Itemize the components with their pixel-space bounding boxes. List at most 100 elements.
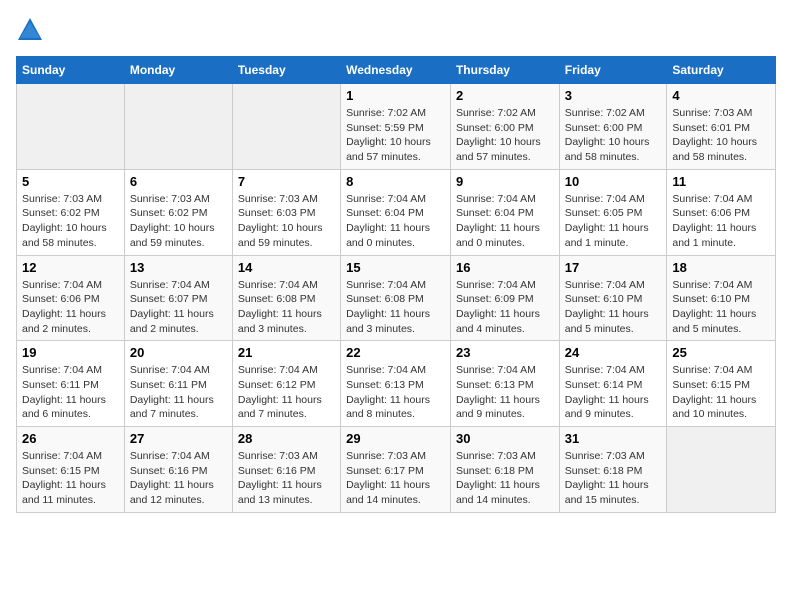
day-cell: 1 Sunrise: 7:02 AM Sunset: 5:59 PM Daylig… xyxy=(341,84,451,170)
day-number: 5 xyxy=(22,174,119,189)
day-info: Sunrise: 7:04 AM Sunset: 6:15 PM Dayligh… xyxy=(22,449,119,508)
day-number: 10 xyxy=(565,174,662,189)
day-info: Sunrise: 7:02 AM Sunset: 5:59 PM Dayligh… xyxy=(346,106,445,165)
day-cell: 18Sunrise: 7:04 AM Sunset: 6:10 PM Dayli… xyxy=(667,255,776,341)
day-number: 12 xyxy=(22,260,119,275)
day-number: 4 xyxy=(672,88,770,103)
day-number: 3 xyxy=(565,88,662,103)
week-row-5: 26 Sunrise: 7:04 AM Sunset: 6:15 PM Dayli… xyxy=(17,427,776,513)
day-number: 16 xyxy=(456,260,554,275)
day-number: 29 xyxy=(346,431,445,446)
day-cell: 13 Sunrise: 7:04 AM Sunset: 6:07 PM Dayli… xyxy=(124,255,232,341)
day-number: 31 xyxy=(565,431,662,446)
day-info: Sunrise: 7:04 AM Sunset: 6:07 PM Dayligh… xyxy=(130,278,227,337)
day-cell: 25 Sunrise: 7:04 AM Sunset: 6:15 PM Dayli… xyxy=(667,341,776,427)
day-number: 15 xyxy=(346,260,445,275)
day-cell: 2 Sunrise: 7:02 AM Sunset: 6:00 PM Daylig… xyxy=(450,84,559,170)
day-info: Sunrise: 7:03 AM Sunset: 6:16 PM Dayligh… xyxy=(238,449,335,508)
day-header-saturday: Saturday xyxy=(667,57,776,84)
calendar-table: SundayMondayTuesdayWednesdayThursdayFrid… xyxy=(16,56,776,513)
day-number: 1 xyxy=(346,88,445,103)
day-cell: 29 Sunrise: 7:03 AM Sunset: 6:17 PM Dayli… xyxy=(341,427,451,513)
day-number: 23 xyxy=(456,345,554,360)
day-cell: 4 Sunrise: 7:03 AM Sunset: 6:01 PM Daylig… xyxy=(667,84,776,170)
day-info: Sunrise: 7:04 AM Sunset: 6:15 PM Dayligh… xyxy=(672,363,770,422)
day-number: 28 xyxy=(238,431,335,446)
day-cell: 14 Sunrise: 7:04 AM Sunset: 6:08 PM Dayli… xyxy=(232,255,340,341)
day-cell: 11Sunrise: 7:04 AM Sunset: 6:06 PM Dayli… xyxy=(667,169,776,255)
day-info: Sunrise: 7:03 AM Sunset: 6:17 PM Dayligh… xyxy=(346,449,445,508)
day-cell: 27 Sunrise: 7:04 AM Sunset: 6:16 PM Dayli… xyxy=(124,427,232,513)
day-number: 27 xyxy=(130,431,227,446)
day-number: 26 xyxy=(22,431,119,446)
day-cell: 20 Sunrise: 7:04 AM Sunset: 6:11 PM Dayli… xyxy=(124,341,232,427)
day-number: 19 xyxy=(22,345,119,360)
days-header-row: SundayMondayTuesdayWednesdayThursdayFrid… xyxy=(17,57,776,84)
day-cell: 28 Sunrise: 7:03 AM Sunset: 6:16 PM Dayli… xyxy=(232,427,340,513)
day-number: 13 xyxy=(130,260,227,275)
logo-icon xyxy=(16,16,44,44)
day-cell: 21Sunrise: 7:04 AM Sunset: 6:12 PM Dayli… xyxy=(232,341,340,427)
day-info: Sunrise: 7:03 AM Sunset: 6:18 PM Dayligh… xyxy=(565,449,662,508)
day-info: Sunrise: 7:04 AM Sunset: 6:10 PM Dayligh… xyxy=(672,278,770,337)
day-info: Sunrise: 7:03 AM Sunset: 6:18 PM Dayligh… xyxy=(456,449,554,508)
day-info: Sunrise: 7:04 AM Sunset: 6:08 PM Dayligh… xyxy=(346,278,445,337)
day-info: Sunrise: 7:02 AM Sunset: 6:00 PM Dayligh… xyxy=(565,106,662,165)
day-info: Sunrise: 7:03 AM Sunset: 6:02 PM Dayligh… xyxy=(22,192,119,251)
day-number: 17 xyxy=(565,260,662,275)
day-number: 7 xyxy=(238,174,335,189)
day-cell: 8 Sunrise: 7:04 AM Sunset: 6:04 PM Daylig… xyxy=(341,169,451,255)
day-number: 20 xyxy=(130,345,227,360)
day-number: 9 xyxy=(456,174,554,189)
day-info: Sunrise: 7:04 AM Sunset: 6:06 PM Dayligh… xyxy=(22,278,119,337)
day-number: 2 xyxy=(456,88,554,103)
day-info: Sunrise: 7:04 AM Sunset: 6:13 PM Dayligh… xyxy=(346,363,445,422)
day-cell: 31 Sunrise: 7:03 AM Sunset: 6:18 PM Dayli… xyxy=(559,427,667,513)
day-header-friday: Friday xyxy=(559,57,667,84)
day-cell xyxy=(232,84,340,170)
day-info: Sunrise: 7:02 AM Sunset: 6:00 PM Dayligh… xyxy=(456,106,554,165)
day-info: Sunrise: 7:04 AM Sunset: 6:14 PM Dayligh… xyxy=(565,363,662,422)
day-cell: 17 Sunrise: 7:04 AM Sunset: 6:10 PM Dayli… xyxy=(559,255,667,341)
day-cell: 16 Sunrise: 7:04 AM Sunset: 6:09 PM Dayli… xyxy=(450,255,559,341)
day-number: 30 xyxy=(456,431,554,446)
day-info: Sunrise: 7:04 AM Sunset: 6:10 PM Dayligh… xyxy=(565,278,662,337)
day-cell: 22 Sunrise: 7:04 AM Sunset: 6:13 PM Dayli… xyxy=(341,341,451,427)
day-info: Sunrise: 7:04 AM Sunset: 6:05 PM Dayligh… xyxy=(565,192,662,251)
day-number: 14 xyxy=(238,260,335,275)
day-header-tuesday: Tuesday xyxy=(232,57,340,84)
page-header xyxy=(16,16,776,44)
day-info: Sunrise: 7:04 AM Sunset: 6:08 PM Dayligh… xyxy=(238,278,335,337)
day-cell: 3 Sunrise: 7:02 AM Sunset: 6:00 PM Daylig… xyxy=(559,84,667,170)
week-row-2: 5 Sunrise: 7:03 AM Sunset: 6:02 PM Daylig… xyxy=(17,169,776,255)
day-number: 22 xyxy=(346,345,445,360)
day-number: 21 xyxy=(238,345,335,360)
day-cell xyxy=(17,84,125,170)
day-cell: 12 Sunrise: 7:04 AM Sunset: 6:06 PM Dayli… xyxy=(17,255,125,341)
day-cell: 19 Sunrise: 7:04 AM Sunset: 6:11 PM Dayli… xyxy=(17,341,125,427)
day-header-thursday: Thursday xyxy=(450,57,559,84)
day-number: 8 xyxy=(346,174,445,189)
day-number: 24 xyxy=(565,345,662,360)
day-info: Sunrise: 7:03 AM Sunset: 6:01 PM Dayligh… xyxy=(672,106,770,165)
day-cell xyxy=(124,84,232,170)
day-cell: 7Sunrise: 7:03 AM Sunset: 6:03 PM Daylig… xyxy=(232,169,340,255)
day-info: Sunrise: 7:04 AM Sunset: 6:16 PM Dayligh… xyxy=(130,449,227,508)
day-cell xyxy=(667,427,776,513)
day-cell: 9 Sunrise: 7:04 AM Sunset: 6:04 PM Daylig… xyxy=(450,169,559,255)
day-info: Sunrise: 7:03 AM Sunset: 6:02 PM Dayligh… xyxy=(130,192,227,251)
day-header-monday: Monday xyxy=(124,57,232,84)
day-info: Sunrise: 7:04 AM Sunset: 6:11 PM Dayligh… xyxy=(130,363,227,422)
day-cell: 15 Sunrise: 7:04 AM Sunset: 6:08 PM Dayli… xyxy=(341,255,451,341)
day-info: Sunrise: 7:04 AM Sunset: 6:13 PM Dayligh… xyxy=(456,363,554,422)
week-row-4: 19 Sunrise: 7:04 AM Sunset: 6:11 PM Dayli… xyxy=(17,341,776,427)
day-number: 25 xyxy=(672,345,770,360)
day-info: Sunrise: 7:04 AM Sunset: 6:11 PM Dayligh… xyxy=(22,363,119,422)
day-info: Sunrise: 7:04 AM Sunset: 6:09 PM Dayligh… xyxy=(456,278,554,337)
day-header-wednesday: Wednesday xyxy=(341,57,451,84)
day-info: Sunrise: 7:04 AM Sunset: 6:04 PM Dayligh… xyxy=(456,192,554,251)
day-header-sunday: Sunday xyxy=(17,57,125,84)
logo xyxy=(16,16,48,44)
week-row-3: 12 Sunrise: 7:04 AM Sunset: 6:06 PM Dayli… xyxy=(17,255,776,341)
day-info: Sunrise: 7:04 AM Sunset: 6:04 PM Dayligh… xyxy=(346,192,445,251)
